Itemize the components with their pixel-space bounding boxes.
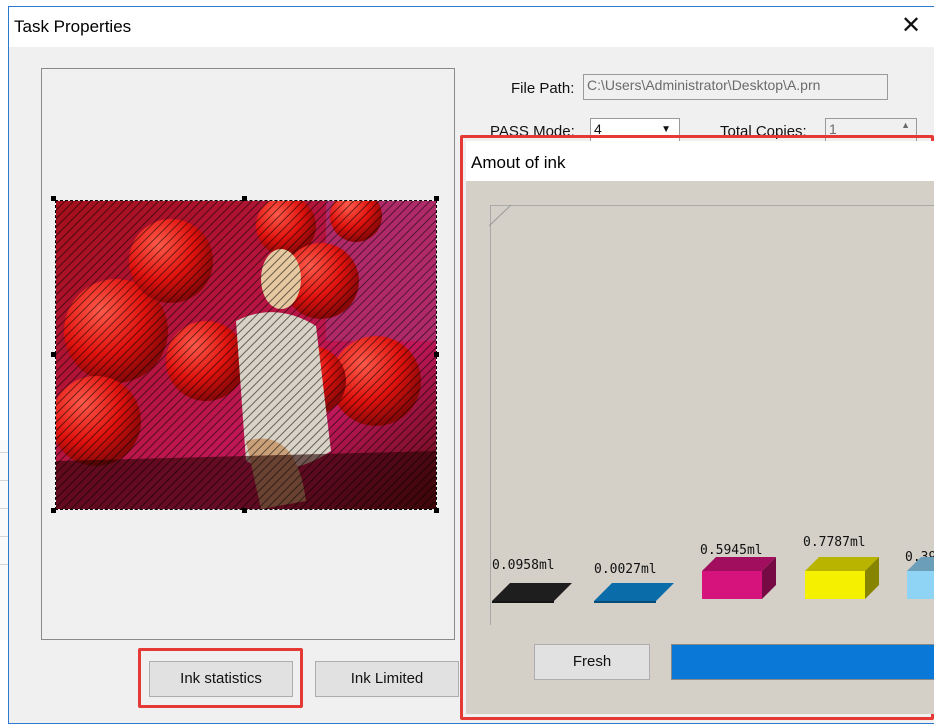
ink-statistics-button[interactable]: Ink statistics	[149, 661, 293, 697]
resize-handle[interactable]	[242, 508, 247, 513]
ink-swatch	[594, 583, 674, 603]
panel-corner	[489, 204, 512, 227]
resize-handle[interactable]	[434, 196, 439, 201]
ink-dialog-title: Amout of ink	[471, 153, 566, 172]
preview-image-art	[56, 201, 436, 509]
window-title: Task Properties	[14, 17, 132, 36]
ink-amount-label: 0.0027ml	[594, 562, 657, 577]
title-bar: Task Properties ✕	[9, 7, 934, 47]
resize-handle[interactable]	[51, 352, 56, 357]
dropdown-arrow-icon[interactable]: ▼	[661, 124, 671, 135]
ink-bars: 0.0958ml 0.0027ml 0.5945ml 0.7787ml 0.39	[466, 521, 934, 611]
ink-limited-button[interactable]: Ink Limited	[315, 661, 459, 697]
resize-handle[interactable]	[51, 196, 56, 201]
close-icon[interactable]: ✕	[901, 11, 921, 40]
ink-swatch	[805, 557, 879, 599]
progress-bar	[671, 644, 934, 680]
resize-handle[interactable]	[51, 508, 56, 513]
preview-image[interactable]	[55, 200, 437, 510]
background-app-edge	[0, 440, 8, 640]
file-path-label: File Path:	[511, 80, 575, 97]
ink-amount-label: 0.0958ml	[492, 558, 555, 573]
resize-handle[interactable]	[242, 196, 247, 201]
ink-swatch	[492, 583, 572, 603]
fresh-button[interactable]: Fresh	[534, 644, 650, 680]
ink-amount-label: 0.5945ml	[700, 543, 763, 558]
ink-amount-dialog: Amout of ink 0.0958ml 0.0027ml 0.5945ml 0.7…	[466, 141, 934, 714]
file-path-field[interactable]: C:\Users\Administrator\Desktop\A.prn	[583, 74, 888, 100]
ink-amount-label: 0.7787ml	[803, 535, 866, 550]
resize-handle[interactable]	[434, 352, 439, 357]
ink-bars-svg: 0.0958ml 0.0027ml0.5945ml0.7787ml0.39	[492, 535, 934, 603]
ink-dialog-title-bar: Amout of ink	[466, 141, 934, 181]
ink-swatch	[702, 557, 776, 599]
spinner-icon[interactable]: ▲	[901, 120, 910, 130]
resize-handle[interactable]	[434, 508, 439, 513]
